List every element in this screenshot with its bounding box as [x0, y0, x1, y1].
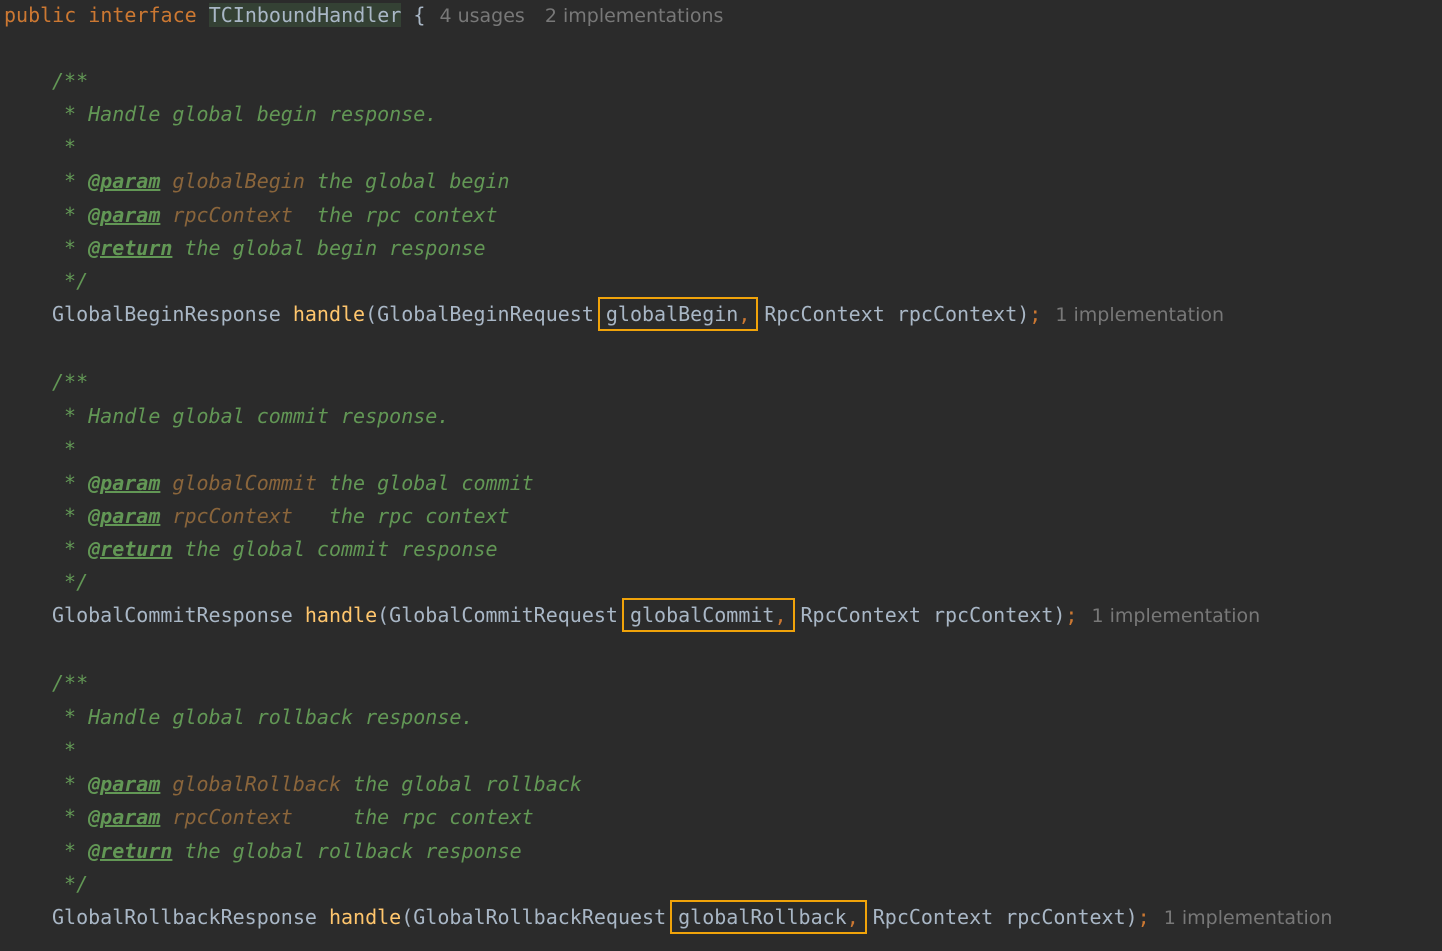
- keyword-interface: interface: [88, 3, 197, 27]
- doc-summary-line: * Handle global commit response.: [4, 401, 449, 431]
- param-type[interactable]: GlobalBeginRequest: [377, 302, 594, 326]
- doc-blank: *: [52, 135, 77, 159]
- param-type[interactable]: GlobalRollbackRequest: [413, 905, 666, 929]
- doc-blank: *: [52, 738, 77, 762]
- implementations-hint[interactable]: 2 implementations: [545, 5, 724, 27]
- implementation-hint[interactable]: 1 implementation: [1164, 907, 1333, 929]
- method-signature-line: GlobalCommitResponse handle(GlobalCommit…: [4, 598, 1260, 632]
- doc-return-line: * @return the global rollback response: [52, 839, 522, 863]
- doc-close-line: */: [4, 567, 88, 597]
- doc-param-desc: the rpc context: [292, 504, 510, 528]
- keyword-public: public: [4, 3, 77, 27]
- method-name[interactable]: handle: [329, 905, 401, 929]
- open-brace: {: [413, 3, 426, 27]
- doc-param-name: globalCommit: [172, 471, 317, 495]
- doc-param-desc: the rpc context: [292, 805, 534, 829]
- interface-declaration-line: public interface TCInboundHandler {4 usa…: [4, 0, 723, 30]
- doc-blank-line: *: [4, 132, 76, 162]
- return-type[interactable]: GlobalRollbackResponse: [52, 905, 317, 929]
- doc-param1-line: * @param globalBegin the global begin: [52, 169, 510, 193]
- doc-summary: * Handle global commit response.: [52, 404, 450, 428]
- doc-open: /**: [52, 370, 89, 394]
- highlighted-param-box[interactable]: globalBegin,: [597, 297, 759, 331]
- highlighted-param-box[interactable]: globalCommit,: [621, 598, 795, 632]
- doc-return-tag: @return: [88, 537, 173, 561]
- doc-param1-line: * @param globalRollback the global rollb…: [52, 772, 582, 796]
- doc-param-tag: @param: [88, 203, 161, 227]
- return-type[interactable]: GlobalBeginResponse: [52, 302, 281, 326]
- method-signature-line: GlobalRollbackResponse handle(GlobalRoll…: [4, 900, 1333, 934]
- doc-param-desc: the global begin: [304, 169, 510, 193]
- doc-summary-line: * Handle global begin response.: [4, 99, 437, 129]
- doc-param-tag: @param: [88, 805, 161, 829]
- doc-param-name: globalRollback: [172, 772, 341, 796]
- doc-blank-line: *: [4, 735, 76, 765]
- param-var: globalBegin: [605, 302, 739, 326]
- doc-param-desc: the global commit: [316, 471, 534, 495]
- doc-close-line: */: [4, 266, 88, 296]
- doc-param1-line: * @param globalCommit the global commit: [52, 471, 534, 495]
- doc-open-line: /**: [4, 66, 88, 96]
- doc-param-name: globalBegin: [172, 169, 305, 193]
- doc-open: /**: [52, 69, 89, 93]
- doc-param2-line: * @param rpcContext the rpc context: [52, 805, 534, 829]
- doc-param-tag: @param: [88, 169, 161, 193]
- method-name[interactable]: handle: [293, 302, 365, 326]
- doc-return-desc: the global begin response: [172, 236, 486, 260]
- doc-return-tag: @return: [88, 839, 173, 863]
- implementation-hint[interactable]: 1 implementation: [1055, 304, 1224, 326]
- code-editor[interactable]: public interface TCInboundHandler {4 usa…: [0, 0, 1442, 951]
- doc-param-desc: the rpc context: [292, 203, 498, 227]
- return-type[interactable]: GlobalCommitResponse: [52, 603, 293, 627]
- param-var: globalCommit: [629, 603, 775, 627]
- method-signature-line: GlobalBeginResponse handle(GlobalBeginRe…: [4, 297, 1224, 331]
- doc-param-name: rpcContext: [172, 805, 293, 829]
- doc-param-tag: @param: [88, 504, 161, 528]
- doc-return-desc: the global commit response: [172, 537, 498, 561]
- doc-close: */: [52, 872, 89, 896]
- doc-summary: * Handle global begin response.: [52, 102, 438, 126]
- usages-hint[interactable]: 4 usages: [439, 5, 524, 27]
- doc-param-tag: @param: [88, 471, 161, 495]
- doc-return-desc: the global rollback response: [172, 839, 522, 863]
- doc-blank-line: *: [4, 434, 76, 464]
- param2[interactable]: RpcContext rpcContext: [764, 302, 1017, 326]
- param2[interactable]: RpcContext rpcContext: [873, 905, 1126, 929]
- highlighted-param-box[interactable]: globalRollback,: [670, 900, 867, 934]
- doc-close-line: */: [4, 869, 88, 899]
- doc-open-line: /**: [4, 668, 88, 698]
- doc-close: */: [52, 269, 89, 293]
- param-type[interactable]: GlobalCommitRequest: [389, 603, 618, 627]
- doc-param-desc: the global rollback: [341, 772, 582, 796]
- doc-summary-line: * Handle global rollback response.: [4, 702, 473, 732]
- doc-return-line: * @return the global commit response: [52, 537, 498, 561]
- doc-open: /**: [52, 671, 89, 695]
- doc-return-line: * @return the global begin response: [52, 236, 486, 260]
- doc-param2-line: * @param rpcContext the rpc context: [52, 504, 510, 528]
- method-name[interactable]: handle: [305, 603, 377, 627]
- doc-param-name: rpcContext: [172, 504, 293, 528]
- doc-close: */: [52, 570, 89, 594]
- interface-name[interactable]: TCInboundHandler: [208, 3, 402, 27]
- doc-param-tag: @param: [88, 772, 161, 796]
- param-var: globalRollback: [678, 905, 847, 929]
- doc-param2-line: * @param rpcContext the rpc context: [52, 203, 498, 227]
- doc-summary: * Handle global rollback response.: [52, 705, 474, 729]
- implementation-hint[interactable]: 1 implementation: [1091, 605, 1260, 627]
- doc-param-name: rpcContext: [172, 203, 293, 227]
- doc-return-tag: @return: [88, 236, 173, 260]
- param2[interactable]: RpcContext rpcContext: [801, 603, 1054, 627]
- doc-open-line: /**: [4, 367, 88, 397]
- doc-blank: *: [52, 437, 77, 461]
